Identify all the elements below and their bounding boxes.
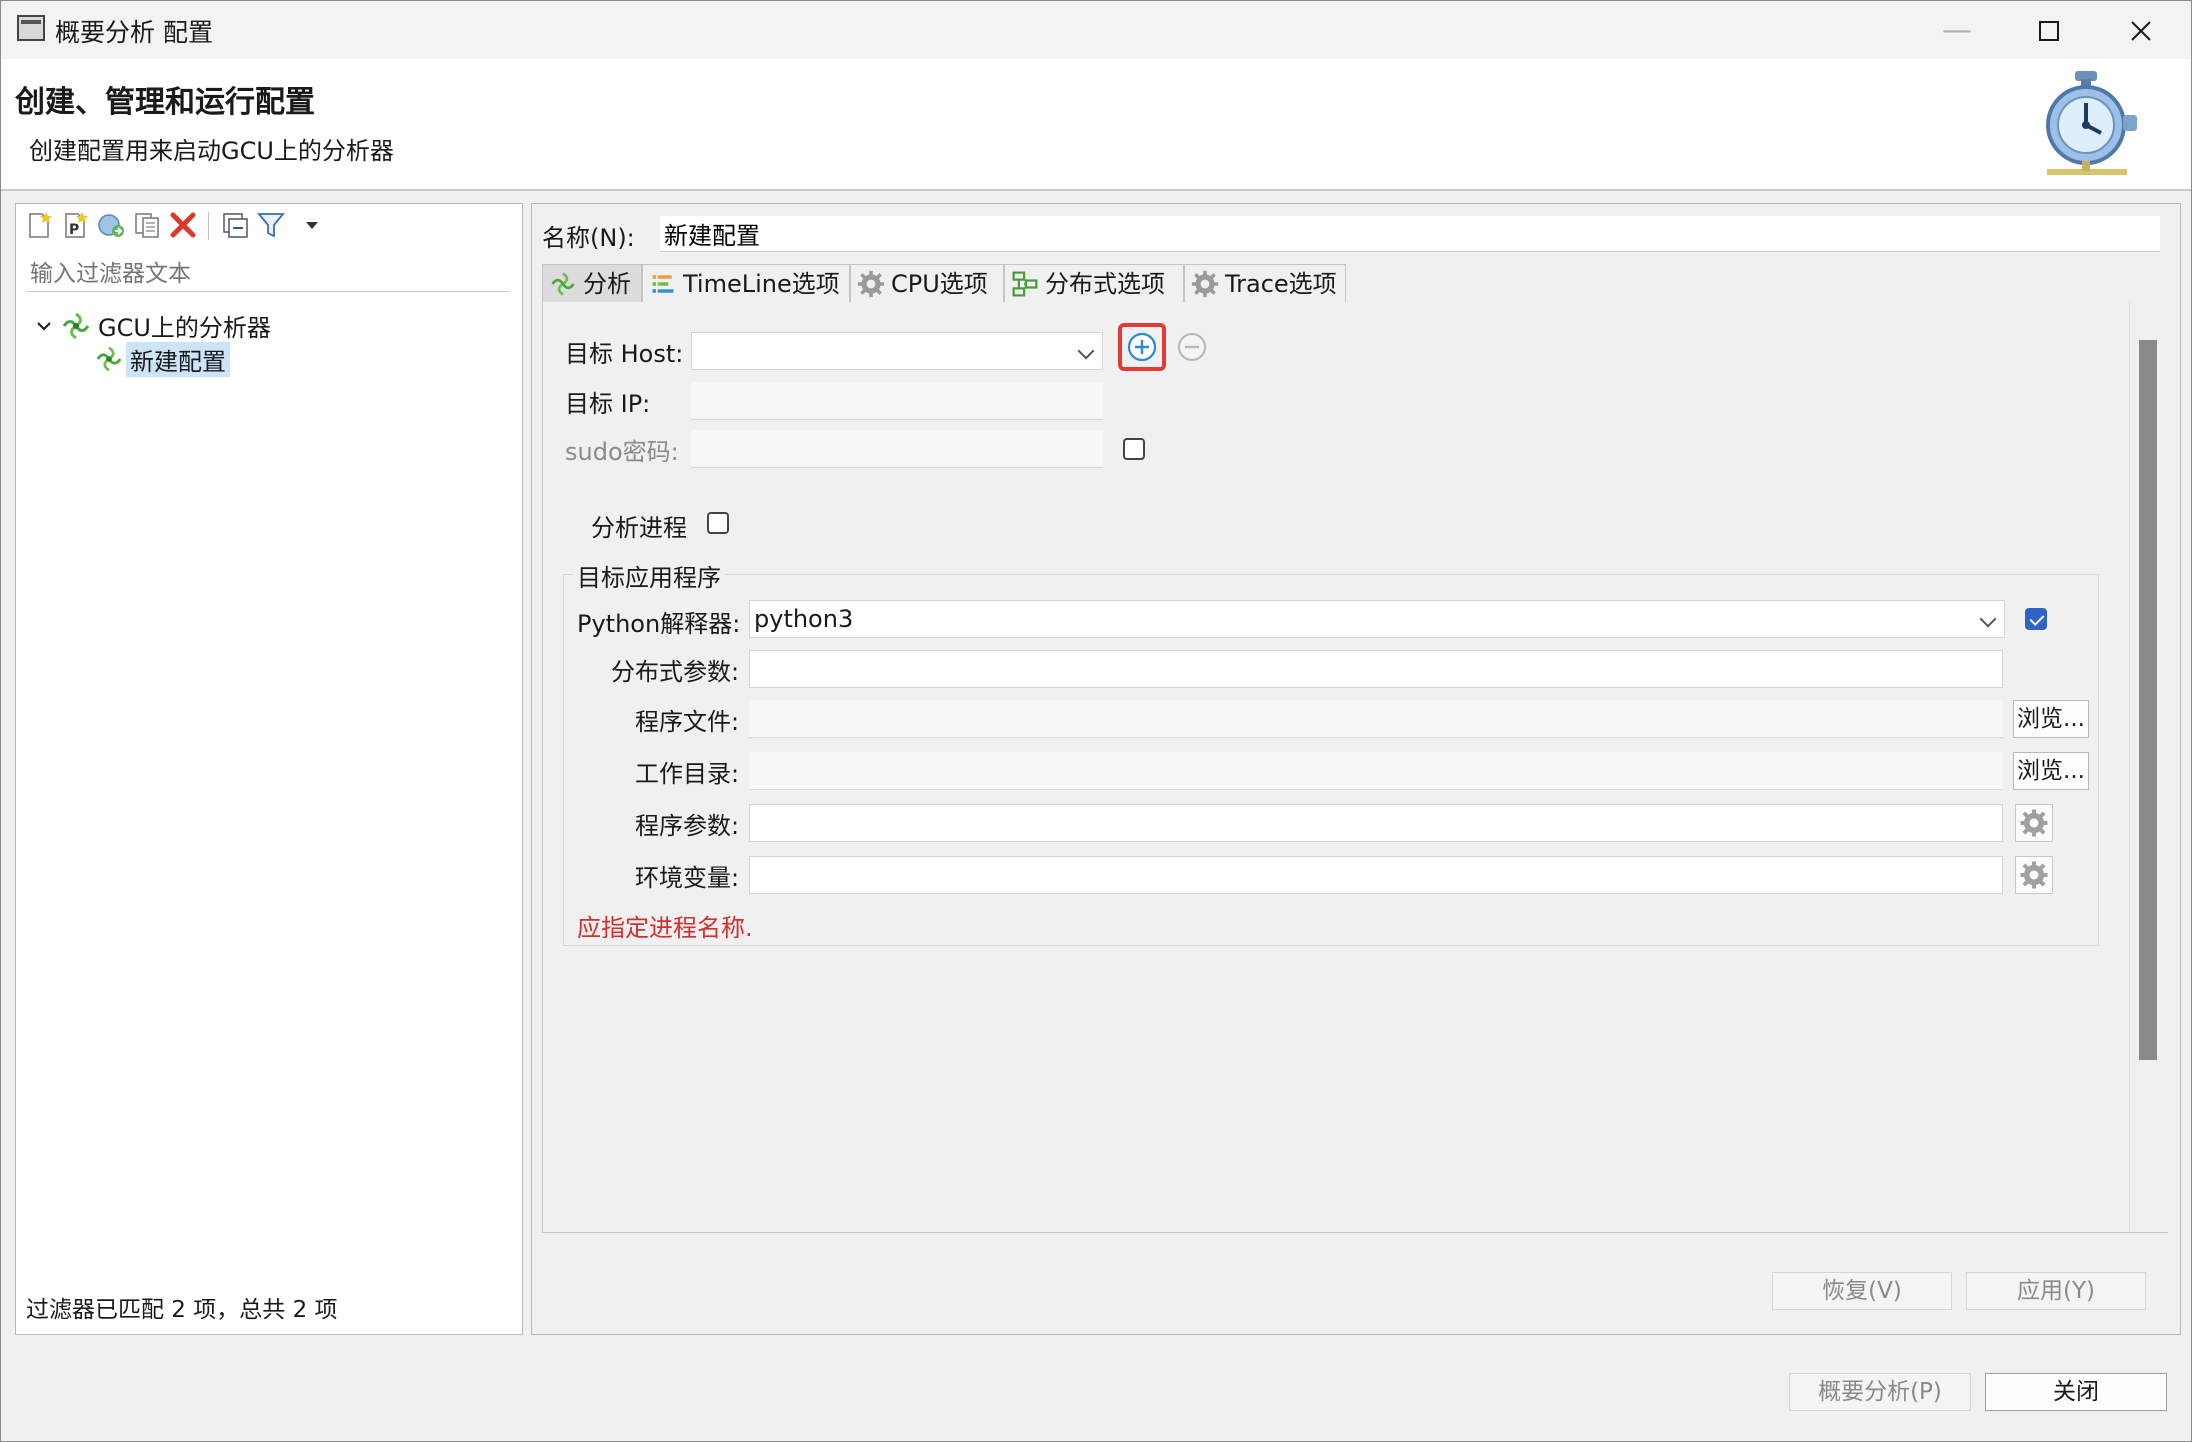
minimize-icon[interactable]: — (1925, 9, 1989, 53)
close-icon[interactable] (2109, 9, 2173, 53)
tab-label: Trace选项 (1225, 270, 1337, 298)
filter-input[interactable] (26, 256, 510, 292)
dialog-header: 创建、管理和运行配置 创建配置用来启动GCU上的分析器 (1, 59, 2191, 189)
dropdown-icon[interactable] (302, 210, 322, 240)
tab-cpu[interactable]: CPU选项 (850, 264, 1004, 302)
analyzer-config-icon (96, 346, 122, 372)
dist-args-label: 分布式参数: (611, 658, 740, 686)
program-args-label: 程序参数: (635, 812, 740, 840)
tab-bar: 分析 TimeLine选项 CPU选项 分布式选项 Trace选项 (542, 264, 2166, 303)
add-host-icon[interactable] (1126, 331, 1158, 363)
name-input[interactable] (660, 216, 2160, 252)
dialog-window: 概要分析 配置 — 创建、管理和运行配置 创建配置用来启动GCU上的分析器 P … (0, 0, 2192, 1442)
name-label: 名称(N): (542, 224, 635, 252)
sudo-label: sudo密码: (565, 438, 679, 466)
work-dir-field[interactable] (749, 752, 2003, 790)
python-label: Python解释器: (577, 610, 741, 638)
tab-label: CPU选项 (891, 270, 988, 298)
program-args-input[interactable] (749, 804, 2003, 842)
filter-status: 过滤器已匹配 2 项，总共 2 项 (26, 1297, 338, 1323)
collapse-all-icon[interactable] (220, 210, 250, 240)
tab-label: 分布式选项 (1045, 270, 1165, 298)
env-vars-settings-button[interactable] (2015, 856, 2053, 894)
remove-host-icon[interactable] (1176, 331, 1208, 363)
window-title: 概要分析 配置 (55, 18, 213, 47)
toolbar-separator (208, 212, 209, 240)
filter-icon[interactable] (256, 210, 286, 240)
profile-button[interactable]: 概要分析(P) (1789, 1373, 1971, 1411)
tree-item-new-config[interactable]: 新建配置 (126, 342, 230, 377)
python-interpreter-combo[interactable]: python3 (749, 600, 2005, 638)
tab-timeline[interactable]: TimeLine选项 (642, 264, 850, 302)
timeline-icon (652, 275, 674, 293)
analyzer-icon (62, 312, 90, 340)
app-window-icon (17, 15, 45, 41)
scrollbar-thumb[interactable] (2139, 340, 2157, 1060)
tab-analysis[interactable]: 分析 (542, 264, 642, 302)
analyze-process-checkbox[interactable] (707, 512, 729, 534)
dist-args-input[interactable] (749, 650, 2003, 688)
delete-icon[interactable] (168, 210, 198, 240)
python-checkbox[interactable] (2025, 608, 2047, 630)
tree-root-gcu-analyzer[interactable]: GCU上的分析器 (98, 308, 271, 343)
new-prototype-icon[interactable]: P (60, 210, 90, 240)
tab-label: TimeLine选项 (683, 270, 840, 298)
target-host-label: 目标 Host: (565, 340, 684, 368)
env-vars-input[interactable] (749, 856, 2003, 894)
target-host-combo[interactable] (691, 332, 1103, 370)
env-vars-label: 环境变量: (635, 864, 740, 892)
gear-icon (2020, 809, 2048, 837)
tab-label: 分析 (583, 270, 631, 298)
analyzer-icon (551, 272, 575, 296)
gear-icon (2020, 861, 2048, 889)
program-file-label: 程序文件: (635, 708, 740, 736)
group-title: 目标应用程序 (573, 558, 725, 593)
chevron-down-icon (1979, 610, 1997, 628)
header-separator (1, 189, 2191, 191)
chevron-down-icon (1077, 342, 1095, 360)
config-tree-panel: P 输入过滤器文本 GCU上的分析器 新建配置 过滤器已匹配 2 项，总共 2 … (15, 203, 523, 1335)
header-subtitle: 创建配置用来启动GCU上的分析器 (29, 137, 394, 165)
gear-icon (1191, 270, 1219, 298)
program-file-field[interactable] (749, 700, 2003, 738)
header-title: 创建、管理和运行配置 (15, 85, 315, 120)
browse-workdir-button[interactable]: 浏览... (2013, 752, 2089, 790)
analyze-process-label: 分析进程 (591, 514, 687, 542)
title-bar: 概要分析 配置 — (1, 1, 2191, 59)
sudo-checkbox[interactable] (1123, 438, 1145, 460)
svg-text:P: P (69, 222, 79, 238)
apply-button[interactable]: 应用(Y) (1966, 1272, 2146, 1310)
sudo-password-field[interactable] (691, 430, 1103, 468)
chevron-down-icon[interactable] (34, 316, 54, 336)
work-dir-label: 工作目录: (635, 760, 740, 788)
maximize-icon[interactable] (2017, 9, 2081, 53)
stopwatch-icon (2046, 71, 2137, 175)
browse-program-button[interactable]: 浏览... (2013, 700, 2089, 738)
program-args-settings-button[interactable] (2015, 804, 2053, 842)
export-icon[interactable] (96, 210, 126, 240)
error-message: 应指定进程名称. (577, 914, 753, 942)
python-value: python3 (754, 605, 854, 633)
revert-button[interactable]: 恢复(V) (1772, 1272, 1952, 1310)
distributed-icon (1012, 271, 1038, 297)
close-button[interactable]: 关闭 (1985, 1373, 2167, 1411)
target-ip-field[interactable] (691, 382, 1103, 420)
tab-content-analysis: 目标 Host: 目标 IP: sudo密码: 分析进程 目标应用程序 Pyth… (542, 302, 2168, 1233)
tab-distributed[interactable]: 分布式选项 (1004, 264, 1184, 302)
tab-trace[interactable]: Trace选项 (1184, 264, 1346, 302)
new-config-icon[interactable] (24, 210, 54, 240)
target-ip-label: 目标 IP: (565, 390, 651, 418)
gear-icon (857, 270, 885, 298)
duplicate-icon[interactable] (132, 210, 162, 240)
config-editor-panel: 名称(N): 分析 TimeLine选项 (531, 203, 2181, 1335)
